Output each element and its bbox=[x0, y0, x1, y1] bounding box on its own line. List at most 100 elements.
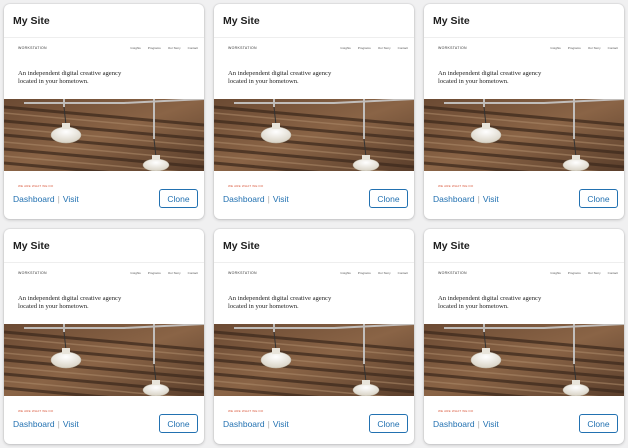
site-links: Dashboard | Visit bbox=[223, 419, 289, 429]
preview-hero-text: An independent digital creative agency l… bbox=[438, 295, 542, 311]
site-title: My Site bbox=[13, 15, 50, 27]
preview-nav: Insights Programs Our Story Contact bbox=[550, 46, 618, 50]
preview-ceiling-photo bbox=[214, 324, 414, 396]
preview-hero-text: An independent digital creative agency l… bbox=[18, 295, 122, 311]
site-preview[interactable]: WORKSTATION Insights Programs Our Story … bbox=[214, 262, 414, 413]
site-preview[interactable]: WORKSTATION Insights Programs Our Story … bbox=[424, 262, 624, 413]
site-title: My Site bbox=[13, 240, 50, 252]
preview-nav: Insights Programs Our Story Contact bbox=[340, 46, 408, 50]
clone-button[interactable]: Clone bbox=[159, 189, 198, 208]
preview-brand: WORKSTATION bbox=[438, 46, 467, 50]
visit-link[interactable]: Visit bbox=[63, 194, 79, 204]
clone-button[interactable]: Clone bbox=[369, 414, 408, 433]
preview-brand: WORKSTATION bbox=[228, 271, 257, 275]
preview-nav-item: Our Story bbox=[167, 271, 181, 275]
preview-hero-text: An independent digital creative agency l… bbox=[18, 70, 122, 86]
preview-hero-text: An independent digital creative agency l… bbox=[438, 70, 542, 86]
site-preview[interactable]: WORKSTATION Insights Programs Our Story … bbox=[4, 37, 204, 188]
preview-nav-item: Programs bbox=[567, 46, 581, 50]
preview-nav-item: Programs bbox=[357, 46, 371, 50]
preview-hero-text: An independent digital creative agency l… bbox=[228, 295, 332, 311]
dashboard-link[interactable]: Dashboard bbox=[13, 419, 55, 429]
preview-nav-item: Contact bbox=[607, 46, 618, 50]
preview-ceiling-photo bbox=[4, 324, 204, 396]
site-card: My Site WORKSTATION Insights Programs Ou… bbox=[214, 4, 414, 219]
preview-nav: Insights Programs Our Story Contact bbox=[130, 271, 198, 275]
preview-nav-item: Our Story bbox=[167, 46, 181, 50]
preview-tagline: WE ARE WHAT WE DO bbox=[438, 184, 474, 188]
preview-nav-item: Insights bbox=[340, 46, 351, 50]
site-title: My Site bbox=[433, 240, 470, 252]
dashboard-link[interactable]: Dashboard bbox=[223, 194, 265, 204]
clone-button[interactable]: Clone bbox=[369, 189, 408, 208]
preview-nav-item: Contact bbox=[397, 46, 408, 50]
site-card: My Site WORKSTATION Insights Programs Ou… bbox=[424, 229, 624, 444]
preview-ceiling-photo bbox=[424, 99, 624, 171]
preview-nav-item: Insights bbox=[550, 46, 561, 50]
preview-brand: WORKSTATION bbox=[18, 271, 47, 275]
preview-nav: Insights Programs Our Story Contact bbox=[550, 271, 618, 275]
site-title: My Site bbox=[223, 15, 260, 27]
site-title: My Site bbox=[223, 240, 260, 252]
preview-nav-item: Our Story bbox=[377, 271, 391, 275]
site-links: Dashboard | Visit bbox=[433, 194, 499, 204]
visit-link[interactable]: Visit bbox=[483, 419, 499, 429]
preview-ceiling-photo bbox=[424, 324, 624, 396]
dashboard-link[interactable]: Dashboard bbox=[13, 194, 55, 204]
preview-brand: WORKSTATION bbox=[438, 271, 467, 275]
preview-nav-item: Contact bbox=[397, 271, 408, 275]
preview-nav-item: Insights bbox=[550, 271, 561, 275]
preview-nav-item: Contact bbox=[187, 46, 198, 50]
clone-button[interactable]: Clone bbox=[579, 189, 618, 208]
site-card: My Site WORKSTATION Insights Programs Ou… bbox=[4, 229, 204, 444]
link-separator: | bbox=[267, 419, 270, 429]
preview-tagline: WE ARE WHAT WE DO bbox=[228, 409, 264, 413]
preview-nav-item: Insights bbox=[340, 271, 351, 275]
preview-ceiling-photo bbox=[214, 99, 414, 171]
visit-link[interactable]: Visit bbox=[273, 419, 289, 429]
preview-nav-item: Our Story bbox=[377, 46, 391, 50]
visit-link[interactable]: Visit bbox=[483, 194, 499, 204]
preview-brand: WORKSTATION bbox=[18, 46, 47, 50]
visit-link[interactable]: Visit bbox=[63, 419, 79, 429]
preview-nav-item: Contact bbox=[187, 271, 198, 275]
preview-nav: Insights Programs Our Story Contact bbox=[130, 46, 198, 50]
link-separator: | bbox=[267, 194, 270, 204]
preview-nav-item: Programs bbox=[147, 271, 161, 275]
site-card: My Site WORKSTATION Insights Programs Ou… bbox=[214, 229, 414, 444]
preview-brand: WORKSTATION bbox=[228, 46, 257, 50]
preview-nav-item: Insights bbox=[130, 271, 141, 275]
site-preview[interactable]: WORKSTATION Insights Programs Our Story … bbox=[4, 262, 204, 413]
preview-nav-item: Contact bbox=[607, 271, 618, 275]
preview-ceiling-photo bbox=[4, 99, 204, 171]
preview-nav-item: Programs bbox=[357, 271, 371, 275]
dashboard-link[interactable]: Dashboard bbox=[223, 419, 265, 429]
site-links: Dashboard | Visit bbox=[13, 194, 79, 204]
site-card: My Site WORKSTATION Insights Programs Ou… bbox=[4, 4, 204, 219]
preview-tagline: WE ARE WHAT WE DO bbox=[228, 184, 264, 188]
site-preview[interactable]: WORKSTATION Insights Programs Our Story … bbox=[214, 37, 414, 188]
preview-tagline: WE ARE WHAT WE DO bbox=[18, 409, 54, 413]
link-separator: | bbox=[477, 194, 480, 204]
preview-hero-text: An independent digital creative agency l… bbox=[228, 70, 332, 86]
preview-nav-item: Our Story bbox=[587, 46, 601, 50]
site-preview[interactable]: WORKSTATION Insights Programs Our Story … bbox=[424, 37, 624, 188]
preview-nav-item: Programs bbox=[567, 271, 581, 275]
clone-button[interactable]: Clone bbox=[159, 414, 198, 433]
dashboard-link[interactable]: Dashboard bbox=[433, 419, 475, 429]
preview-nav-item: Our Story bbox=[587, 271, 601, 275]
preview-nav-item: Programs bbox=[147, 46, 161, 50]
site-links: Dashboard | Visit bbox=[433, 419, 499, 429]
site-grid: My Site WORKSTATION Insights Programs Ou… bbox=[0, 0, 628, 448]
preview-nav: Insights Programs Our Story Contact bbox=[340, 271, 408, 275]
dashboard-link[interactable]: Dashboard bbox=[433, 194, 475, 204]
clone-button[interactable]: Clone bbox=[579, 414, 618, 433]
preview-tagline: WE ARE WHAT WE DO bbox=[18, 184, 54, 188]
preview-tagline: WE ARE WHAT WE DO bbox=[438, 409, 474, 413]
site-title: My Site bbox=[433, 15, 470, 27]
link-separator: | bbox=[57, 419, 60, 429]
site-links: Dashboard | Visit bbox=[223, 194, 289, 204]
site-links: Dashboard | Visit bbox=[13, 419, 79, 429]
link-separator: | bbox=[477, 419, 480, 429]
visit-link[interactable]: Visit bbox=[273, 194, 289, 204]
